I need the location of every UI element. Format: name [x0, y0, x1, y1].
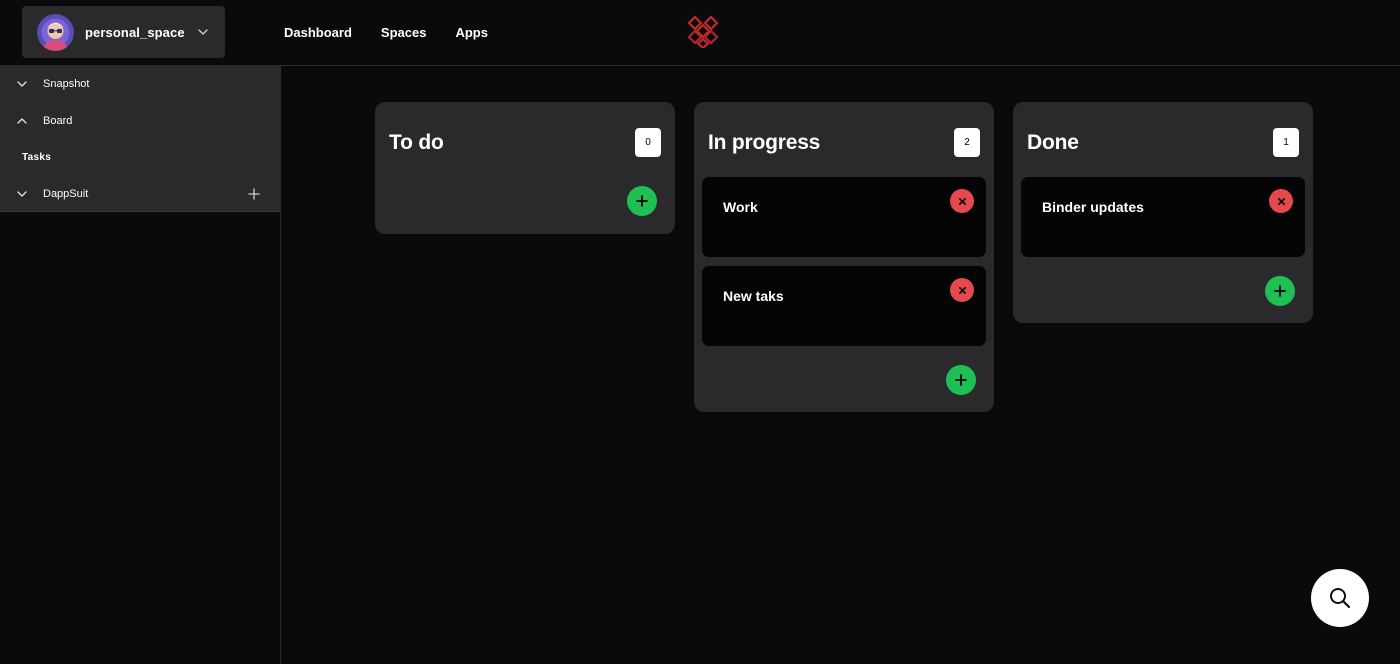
logo-icon[interactable] — [686, 15, 720, 48]
close-icon — [958, 197, 966, 205]
add-card-button[interactable] — [627, 186, 657, 216]
nav-dashboard[interactable]: Dashboard — [284, 25, 352, 40]
space-switcher[interactable]: personal_space — [22, 6, 225, 58]
plus-icon — [1274, 285, 1286, 297]
column-count-badge: 1 — [1273, 128, 1299, 157]
column-title: Done — [1027, 131, 1079, 154]
delete-card-button[interactable] — [1269, 189, 1293, 213]
plus-icon — [955, 374, 967, 386]
sidebar-item-snapshot[interactable]: Snapshot — [0, 66, 280, 103]
space-name: personal_space — [85, 24, 185, 40]
chevron-down-icon — [17, 81, 27, 87]
chevron-up-icon — [17, 118, 27, 124]
plus-icon[interactable] — [248, 187, 260, 200]
column-done: Done 1 Binder updates — [1013, 102, 1313, 323]
column-title: In progress — [708, 131, 821, 154]
search-button[interactable] — [1311, 569, 1369, 627]
column-in-progress: In progress 2 Work New taks — [694, 102, 994, 412]
task-card[interactable]: Work — [702, 177, 986, 257]
close-icon — [958, 286, 966, 294]
task-card-title: Binder updates — [1042, 199, 1144, 215]
nav-apps[interactable]: Apps — [455, 25, 488, 40]
add-card-button[interactable] — [946, 365, 976, 395]
task-card[interactable]: Binder updates — [1021, 177, 1305, 257]
sidebar-item-label: Tasks — [22, 151, 52, 163]
avatar — [37, 13, 74, 51]
sidebar: Snapshot Board Tasks DappSuit — [0, 66, 281, 664]
top-bar: personal_space Dashboard Spaces Apps — [0, 0, 1400, 66]
sidebar-item-label: Snapshot — [43, 78, 90, 91]
column-todo: To do 0 — [375, 102, 675, 234]
sidebar-item-label: DappSuit — [43, 187, 89, 200]
sidebar-item-board[interactable]: Board — [0, 103, 280, 140]
nav-spaces[interactable]: Spaces — [381, 25, 427, 40]
delete-card-button[interactable] — [950, 189, 974, 213]
add-card-button[interactable] — [1265, 276, 1295, 306]
sidebar-item-label: Board — [43, 114, 73, 127]
sidebar-item-dappsuit[interactable]: DappSuit — [0, 176, 280, 213]
column-title: To do — [389, 131, 444, 154]
top-nav: Dashboard Spaces Apps — [284, 25, 488, 40]
delete-card-button[interactable] — [950, 278, 974, 302]
task-card-title: New taks — [723, 288, 784, 304]
chevron-down-icon — [17, 191, 27, 197]
close-icon — [1277, 197, 1285, 205]
chevron-down-icon — [198, 29, 208, 35]
task-card[interactable]: New taks — [702, 266, 986, 346]
column-count-badge: 2 — [954, 128, 980, 157]
task-card-title: Work — [723, 199, 758, 215]
sidebar-item-tasks[interactable]: Tasks — [0, 139, 280, 176]
search-icon — [1330, 588, 1351, 609]
plus-icon — [636, 195, 648, 207]
column-count-badge: 0 — [635, 128, 661, 157]
sidebar-panel: Snapshot Board Tasks DappSuit — [0, 66, 280, 212]
